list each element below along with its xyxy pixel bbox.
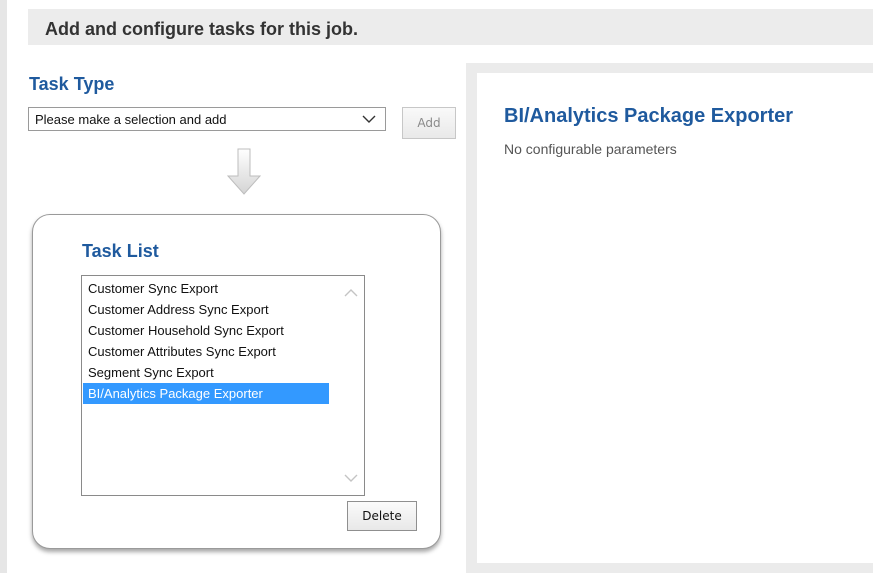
list-item[interactable]: Customer Household Sync Export xyxy=(83,320,329,341)
list-item-selected[interactable]: BI/Analytics Package Exporter xyxy=(83,383,329,404)
list-item[interactable]: Customer Address Sync Export xyxy=(83,299,329,320)
task-listbox[interactable]: Customer Sync Export Customer Address Sy… xyxy=(81,275,365,496)
list-item[interactable]: Segment Sync Export xyxy=(83,362,329,383)
task-list-title: Task List xyxy=(82,241,159,261)
task-detail-message: No configurable parameters xyxy=(504,141,677,157)
page-title: Add and configure tasks for this job. xyxy=(45,19,359,39)
chevron-down-icon[interactable] xyxy=(344,473,358,483)
task-type-label: Task Type xyxy=(29,74,115,94)
page: Add and configure tasks for this job. Ta… xyxy=(0,0,873,573)
chevron-up-icon[interactable] xyxy=(344,288,358,298)
delete-button[interactable]: Delete xyxy=(347,501,417,531)
header-bar: Add and configure tasks for this job. xyxy=(28,9,873,45)
list-item[interactable]: Customer Attributes Sync Export xyxy=(83,341,329,362)
arrow-down-icon xyxy=(226,148,262,195)
task-list-panel: Task List Customer Sync Export Customer … xyxy=(32,214,441,549)
add-button[interactable]: Add xyxy=(402,107,456,139)
task-detail-panel: BI/Analytics Package Exporter No configu… xyxy=(466,63,873,573)
task-detail-title: BI/Analytics Package Exporter xyxy=(504,105,794,127)
task-type-select-value: Please make a selection and add xyxy=(35,112,227,127)
list-item[interactable]: Customer Sync Export xyxy=(83,278,329,299)
chevron-down-icon xyxy=(362,115,376,123)
left-border xyxy=(0,0,7,573)
task-type-select[interactable]: Please make a selection and add xyxy=(28,107,386,131)
task-detail-content: BI/Analytics Package Exporter No configu… xyxy=(477,73,873,563)
